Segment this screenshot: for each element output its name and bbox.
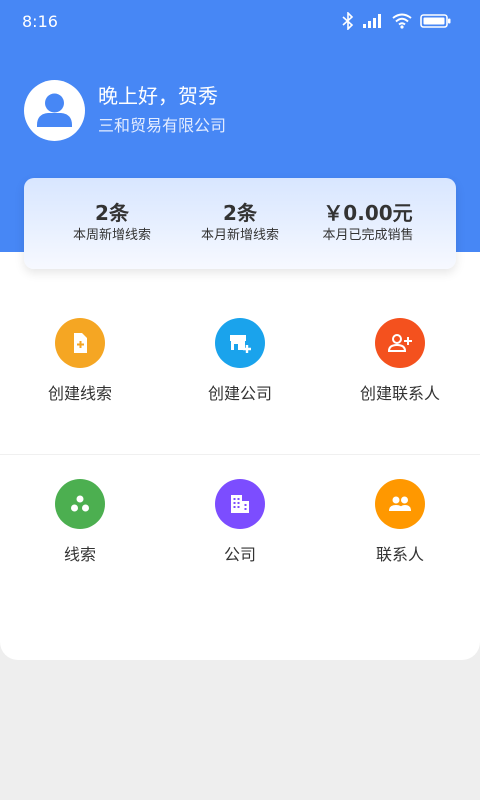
quick-actions-panel: 创建线索 创建公司 创建联系人 线索 公司 联系人 (0, 252, 480, 660)
stat-label: 本周新增线索 (72, 228, 151, 243)
user-profile[interactable]: 晚上好，贺秀 三和贸易有限公司 (24, 80, 444, 142)
add-person-icon (375, 318, 425, 368)
create-contact-button[interactable]: 创建联系人 (320, 318, 480, 408)
leads-icon (55, 479, 105, 529)
stat-label: 本月新增线索 (200, 228, 279, 243)
companies-label: 公司 (223, 545, 256, 564)
stat-label: 本月已完成销售 (322, 228, 414, 243)
add-file-icon (55, 318, 105, 368)
stat-value: ￥0.00元 (323, 201, 413, 225)
create-company-label: 创建公司 (207, 384, 272, 403)
battery-icon (420, 14, 451, 28)
bluetooth-icon (342, 12, 354, 30)
stat-value: 2条 (223, 201, 257, 225)
building-icon (215, 479, 265, 529)
add-store-icon (215, 318, 265, 368)
stat-value: 2条 (95, 201, 129, 225)
create-company-button[interactable]: 创建公司 (160, 318, 320, 408)
create-contact-label: 创建联系人 (359, 384, 440, 403)
stat-monthly-sales[interactable]: ￥0.00元 本月已完成销售 (296, 200, 440, 245)
greeting-text: 晚上好，贺秀 (98, 84, 218, 108)
signal-icon (363, 14, 381, 28)
status-icons (342, 12, 452, 30)
status-bar: 8:16 (0, 0, 480, 44)
divider (0, 454, 480, 455)
avatar[interactable] (24, 80, 85, 141)
leads-label: 线索 (63, 545, 96, 564)
stats-card: 2条 本周新增线索 2条 本月新增线索 ￥0.00元 本月已完成销售 (24, 178, 456, 269)
companies-button[interactable]: 公司 (160, 479, 320, 569)
create-lead-button[interactable]: 创建线索 (0, 318, 160, 408)
wifi-icon (392, 13, 412, 29)
status-time: 8:16 (22, 12, 58, 31)
contacts-icon (375, 479, 425, 529)
contacts-button[interactable]: 联系人 (320, 479, 480, 569)
company-name: 三和贸易有限公司 (98, 116, 227, 135)
leads-button[interactable]: 线索 (0, 479, 160, 569)
stat-monthly-leads[interactable]: 2条 本月新增线索 (168, 200, 312, 245)
contacts-label: 联系人 (375, 545, 424, 564)
create-lead-label: 创建线索 (47, 384, 112, 403)
user-icon (37, 93, 72, 127)
stat-weekly-leads[interactable]: 2条 本周新增线索 (40, 200, 184, 245)
